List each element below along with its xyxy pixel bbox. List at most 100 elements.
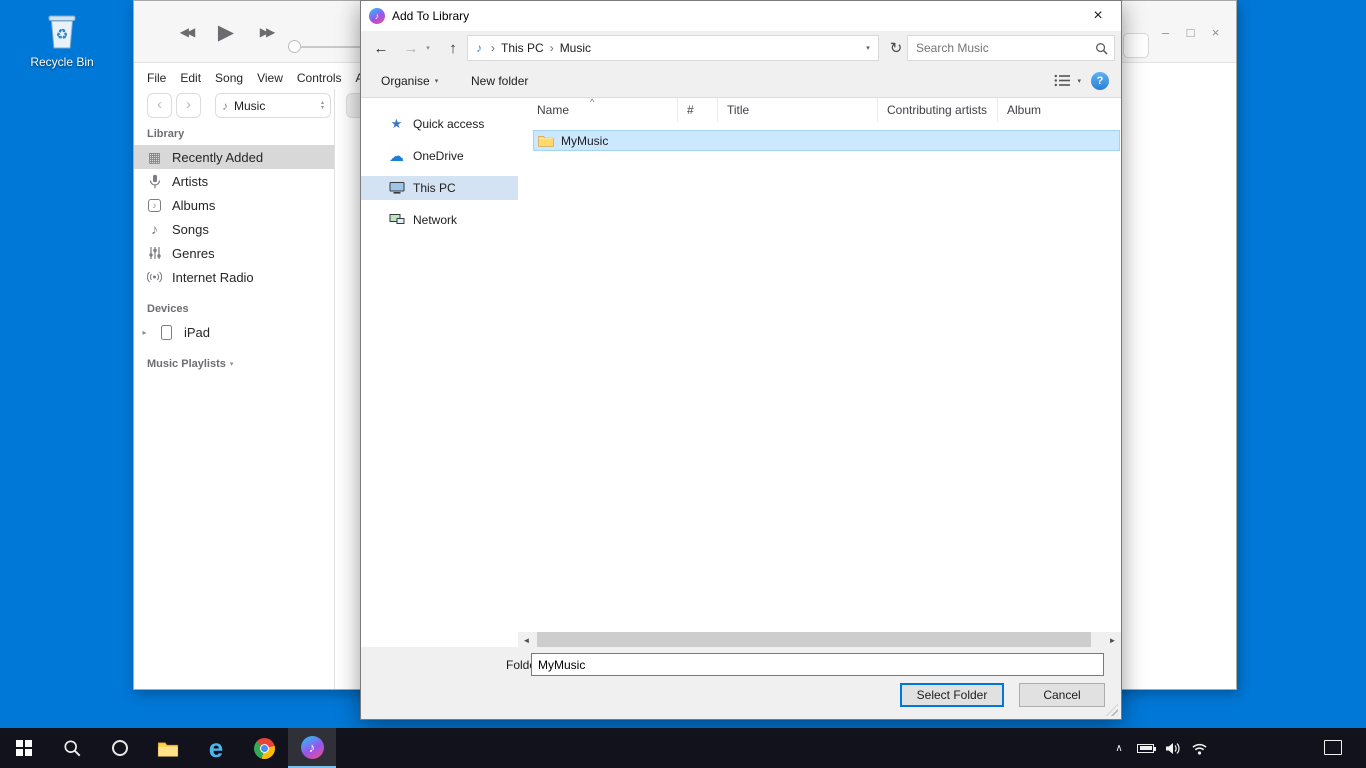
breadcrumb-this-pc[interactable]: This PC — [501, 41, 544, 55]
nav-item-onedrive[interactable]: ☁ OneDrive — [361, 144, 518, 168]
recycle-bin-label: Recycle Bin — [30, 55, 93, 69]
search-input[interactable] — [908, 36, 1114, 60]
nav-item-label: Network — [413, 213, 457, 227]
action-center-icon[interactable] — [1324, 740, 1342, 755]
new-folder-button[interactable]: New folder — [471, 65, 528, 97]
minimize-icon[interactable]: – — [1160, 25, 1171, 40]
column-header-title[interactable]: Title — [718, 98, 878, 122]
nav-item-label: OneDrive — [413, 149, 464, 163]
search-box — [907, 35, 1115, 61]
file-row-mymusic[interactable]: MyMusic — [533, 130, 1120, 151]
sidebar-item-artists[interactable]: Artists — [134, 169, 334, 193]
sidebar-item-ipad[interactable]: ▸ iPad — [134, 320, 334, 344]
desktop: { "desktop": { "recycle_bin_label": "Rec… — [0, 0, 1366, 768]
breadcrumb-music[interactable]: Music — [560, 41, 591, 55]
sidebar-divider — [334, 89, 335, 689]
column-label: Contributing artists — [887, 103, 987, 117]
previous-track-button[interactable]: ◀◀ — [174, 25, 198, 39]
menu-song[interactable]: Song — [215, 71, 243, 85]
itunes-back-button[interactable]: ‹ — [147, 93, 172, 118]
new-folder-label: New folder — [471, 74, 528, 88]
itunes-icon: ♪ — [301, 736, 324, 759]
sidebar-item-songs[interactable]: ♪ Songs — [134, 217, 334, 241]
up-button[interactable]: ↑ — [441, 31, 465, 65]
menu-controls[interactable]: Controls — [297, 71, 342, 85]
expand-arrow-icon[interactable]: ▸ — [140, 328, 149, 337]
address-bar[interactable]: ♪ › This PC › Music ▾ — [467, 35, 879, 61]
cortana-button[interactable] — [96, 728, 144, 768]
itunes-forward-button[interactable]: › — [176, 93, 201, 118]
help-button[interactable]: ? — [1091, 72, 1109, 90]
dialog-title: Add To Library — [392, 9, 469, 23]
sidebar-item-genres[interactable]: Genres — [134, 241, 334, 265]
dialog-footer: Folder: Select Folder Cancel — [361, 647, 1121, 719]
back-button[interactable]: ← — [369, 31, 393, 65]
details-view-icon — [1054, 74, 1071, 87]
sidebar-item-recently-added[interactable]: ▦ Recently Added — [134, 145, 334, 169]
wifi-icon[interactable] — [1191, 742, 1208, 755]
organise-label: Organise — [381, 74, 430, 88]
nav-item-quick-access[interactable]: ★ Quick access — [361, 112, 518, 136]
music-playlists-header[interactable]: Music Playlists ▾ — [147, 358, 233, 370]
folder-icon — [538, 134, 554, 147]
nav-item-label: This PC — [413, 181, 456, 195]
radio-broadcast-icon — [146, 270, 163, 284]
file-explorer-button[interactable] — [144, 728, 192, 768]
next-track-button[interactable]: ▶▶ — [254, 25, 278, 39]
devices-header: Devices — [147, 303, 189, 315]
battery-icon[interactable] — [1137, 744, 1154, 753]
recycle-bin-shortcut[interactable]: ♻ Recycle Bin — [24, 10, 100, 69]
star-icon: ★ — [388, 116, 405, 132]
sliders-icon — [146, 246, 163, 260]
menu-file[interactable]: File — [147, 71, 166, 85]
cancel-button[interactable]: Cancel — [1019, 683, 1105, 707]
dialog-titlebar: ♪ Add To Library — [361, 1, 1121, 31]
column-label: # — [687, 103, 694, 117]
search-icon[interactable] — [1095, 42, 1108, 55]
itunes-window-controls: – □ × — [1160, 25, 1221, 40]
close-icon[interactable]: × — [1210, 25, 1221, 40]
sidebar-item-internet-radio[interactable]: Internet Radio — [134, 265, 334, 289]
itunes-taskbar-button[interactable]: ♪ — [288, 728, 336, 768]
select-folder-label: Select Folder — [917, 688, 988, 702]
play-button[interactable]: ▶ — [216, 20, 236, 45]
resize-grip[interactable] — [1106, 704, 1118, 716]
nav-item-network[interactable]: Network — [361, 208, 518, 232]
column-header-number[interactable]: # — [678, 98, 718, 122]
sidebar-item-albums[interactable]: ♪ Albums — [134, 193, 334, 217]
system-tray: ∧ — [1112, 728, 1208, 768]
speaker-icon[interactable] — [1165, 742, 1180, 755]
column-header-name[interactable]: Name ^ — [518, 98, 678, 122]
dialog-close-button[interactable]: × — [1075, 1, 1121, 31]
menu-edit[interactable]: Edit — [180, 71, 201, 85]
nav-item-this-pc[interactable]: This PC — [361, 176, 518, 200]
music-note-icon: ♪ — [222, 99, 228, 113]
svg-text:♻: ♻ — [56, 26, 69, 42]
tray-expand-icon[interactable]: ∧ — [1112, 743, 1126, 754]
column-header-contributing-artists[interactable]: Contributing artists — [878, 98, 998, 122]
recent-locations-dropdown-icon[interactable]: ▾ — [421, 31, 435, 65]
itunes-search-field[interactable] — [1123, 33, 1149, 58]
address-dropdown-icon[interactable]: ▾ — [858, 44, 878, 52]
internet-explorer-button[interactable]: e — [192, 728, 240, 768]
taskbar-search-button[interactable] — [48, 728, 96, 768]
chrome-icon — [254, 738, 275, 759]
maximize-icon[interactable]: □ — [1185, 25, 1196, 40]
cloud-icon: ☁ — [388, 147, 405, 165]
column-header-album[interactable]: Album — [998, 98, 1121, 122]
forward-button[interactable]: → — [399, 31, 423, 65]
chrome-button[interactable] — [240, 728, 288, 768]
menu-view[interactable]: View — [257, 71, 283, 85]
add-to-library-dialog: ♪ Add To Library × ← → ▾ ↑ ♪ › This PC ›… — [360, 0, 1122, 720]
cancel-label: Cancel — [1043, 688, 1080, 702]
organise-button[interactable]: Organise ▾ — [381, 65, 438, 97]
folder-name-input[interactable] — [531, 653, 1104, 676]
view-options-button[interactable]: ▾ — [1054, 74, 1081, 87]
chevron-down-icon: ▾ — [435, 77, 439, 85]
music-note-icon: ♪ — [146, 221, 163, 237]
media-type-selector[interactable]: ♪ Music ▴▾ — [215, 93, 331, 118]
computer-icon — [388, 181, 405, 195]
start-button[interactable] — [0, 728, 48, 768]
refresh-button[interactable]: ↻ — [883, 35, 909, 61]
select-folder-button[interactable]: Select Folder — [900, 683, 1004, 707]
